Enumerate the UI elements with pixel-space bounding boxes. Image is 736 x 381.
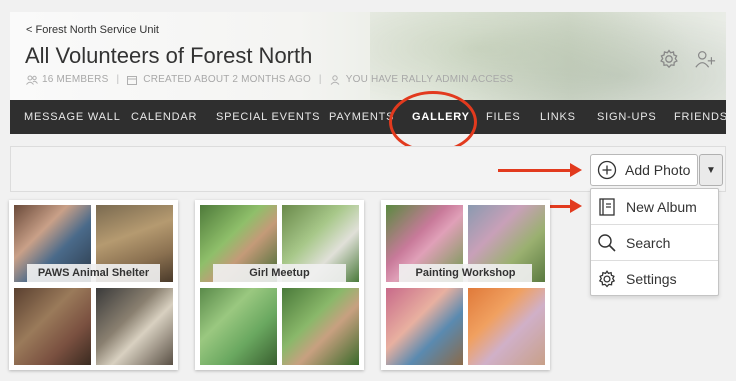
- add-photo-dropdown-toggle[interactable]: ▼: [699, 154, 723, 186]
- created-date: CREATED ABOUT 2 MONTHS AGO: [143, 74, 311, 85]
- tab-payments[interactable]: PAYMENTS: [329, 111, 394, 123]
- tab-message-wall[interactable]: MESSAGE WALL: [24, 111, 121, 123]
- album-card[interactable]: Painting Workshop: [381, 200, 550, 370]
- menu-item-label: Settings: [626, 271, 677, 287]
- tab-friends[interactable]: FRIENDS: [674, 111, 728, 123]
- meta-divider: |: [116, 74, 120, 85]
- tab-calendar[interactable]: CALENDAR: [131, 111, 197, 123]
- tab-links[interactable]: LINKS: [540, 111, 576, 123]
- album-thumbnail-grid: [14, 205, 173, 365]
- gear-icon: [597, 269, 617, 289]
- album-photo: [282, 288, 359, 365]
- add-photo-label: Add Photo: [625, 162, 691, 178]
- annotation-arrow: [498, 163, 582, 177]
- user-icon: [330, 74, 342, 85]
- menu-item-new-album[interactable]: New Album: [591, 189, 718, 225]
- members-icon: [26, 75, 38, 85]
- group-meta: 16 MEMBERS | CREATED ABOUT 2 MONTHS AGO …: [26, 74, 513, 85]
- annotation-circle: [389, 91, 477, 153]
- header-icons: [658, 48, 716, 70]
- calendar-icon: [127, 75, 139, 85]
- album-title: Girl Meetup: [213, 264, 346, 282]
- album-title: PAWS Animal Shelter: [27, 264, 160, 282]
- album-photo: [200, 288, 277, 365]
- add-user-icon[interactable]: [694, 48, 716, 70]
- album-photo: [14, 288, 91, 365]
- tab-sign-ups[interactable]: SIGN-UPS: [597, 111, 657, 123]
- menu-item-label: New Album: [626, 198, 697, 215]
- tab-files[interactable]: FILES: [486, 111, 521, 123]
- caret-down-icon: ▼: [706, 164, 716, 176]
- gear-icon[interactable]: [658, 48, 680, 70]
- album-photo: [96, 288, 173, 365]
- plus-circle-icon: [597, 160, 617, 180]
- members-count: 16 MEMBERS: [42, 74, 109, 85]
- group-header: < Forest North Service Unit All Voluntee…: [10, 12, 726, 100]
- album-photo: [386, 288, 463, 365]
- album-thumbnail-grid: [386, 205, 545, 365]
- add-photo-button[interactable]: Add Photo: [590, 154, 698, 186]
- menu-item-settings[interactable]: Settings: [591, 261, 718, 297]
- album-card[interactable]: PAWS Animal Shelter: [9, 200, 178, 370]
- tab-special-events[interactable]: SPECIAL EVENTS: [216, 111, 320, 123]
- search-icon: [597, 233, 617, 253]
- access-level: YOU HAVE RALLY ADMIN ACCESS: [345, 74, 514, 85]
- group-nav: MESSAGE WALL CALENDAR SPECIAL EVENTS PAY…: [10, 100, 728, 134]
- album-icon: [597, 197, 617, 217]
- album-card[interactable]: Girl Meetup: [195, 200, 364, 370]
- album-thumbnail-grid: [200, 205, 359, 365]
- menu-item-label: Search: [626, 234, 671, 251]
- back-link[interactable]: < Forest North Service Unit: [26, 24, 159, 36]
- album-photo: [468, 288, 545, 365]
- page: < Forest North Service Unit All Voluntee…: [0, 0, 736, 381]
- page-title: All Volunteers of Forest North: [25, 43, 313, 68]
- album-title: Painting Workshop: [399, 264, 532, 282]
- add-photo-menu: New Album Search Settings: [590, 188, 719, 296]
- menu-item-search[interactable]: Search: [591, 225, 718, 261]
- meta-divider: |: [318, 74, 322, 85]
